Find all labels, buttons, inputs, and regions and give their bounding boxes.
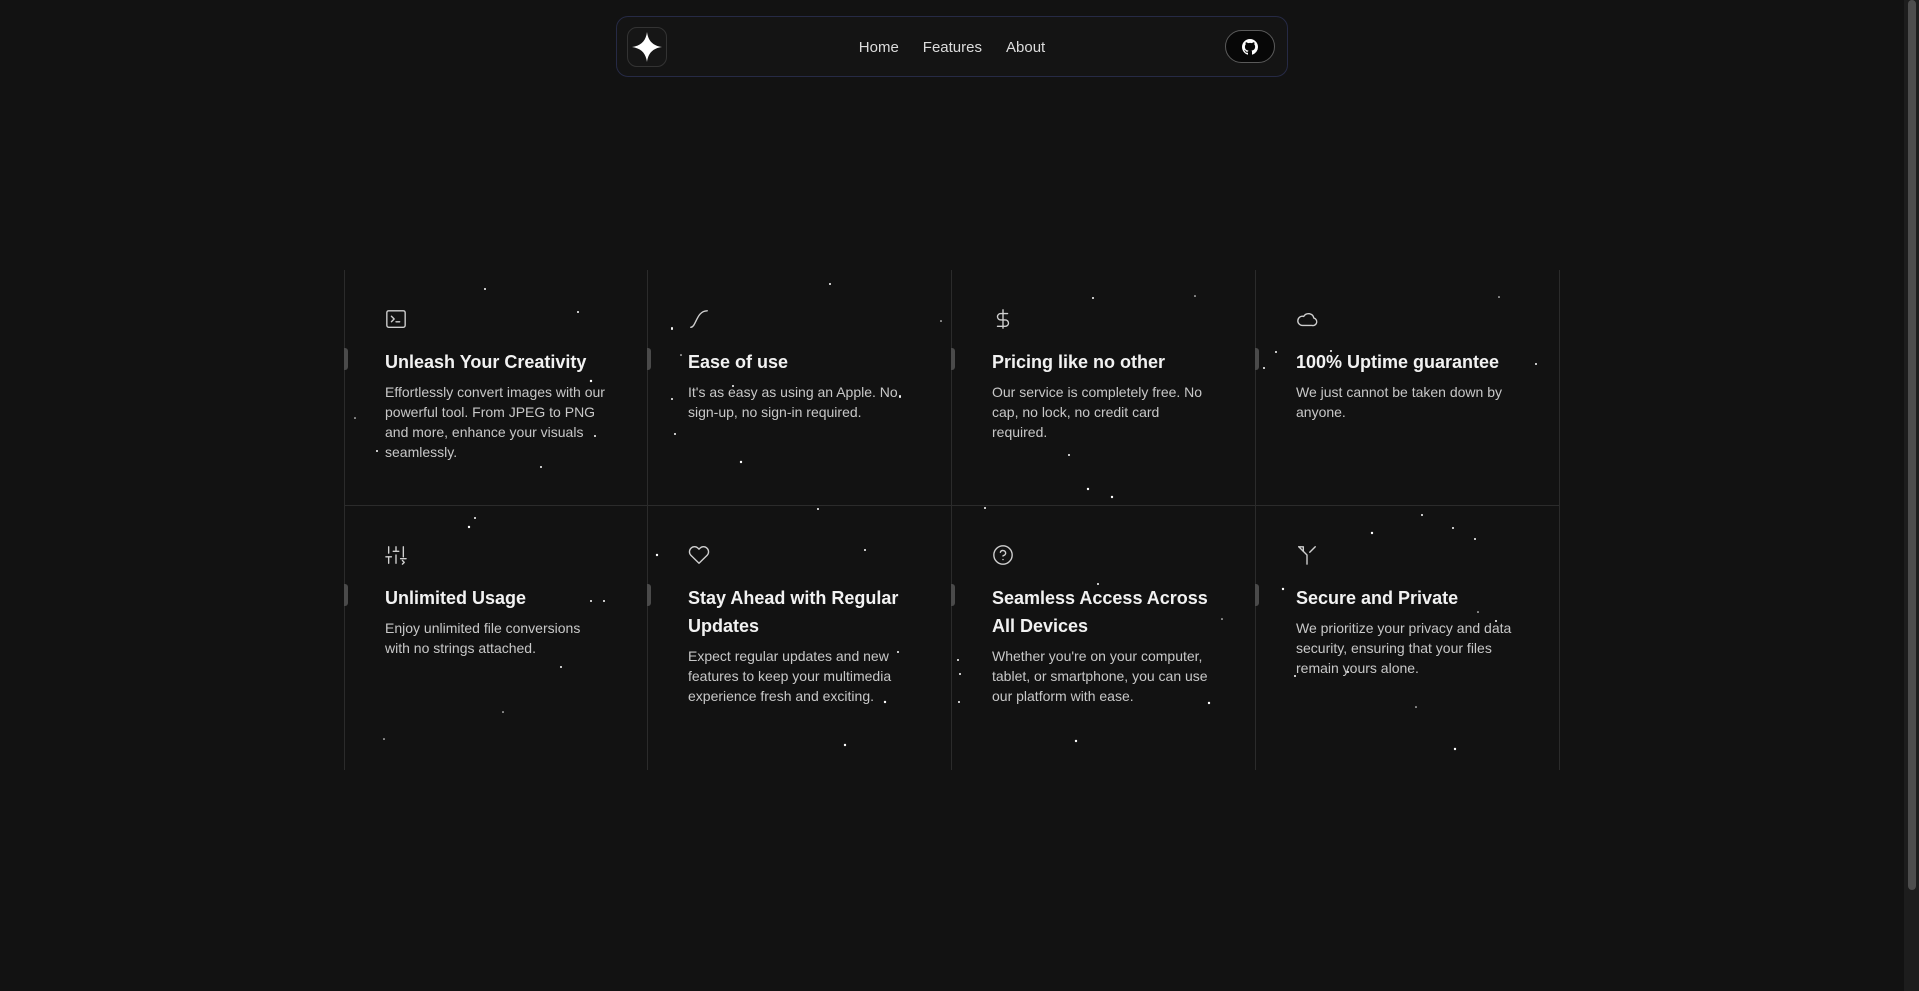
feature-description: Effortlessly convert images with our pow… [385, 384, 605, 460]
card-accent-bar [1255, 584, 1259, 606]
page: Home Features About Unleash Your Creativ… [0, 0, 1919, 991]
feature-title: Stay Ahead with Regular Updates [688, 588, 899, 636]
nav-link-features[interactable]: Features [923, 39, 982, 56]
dollar-icon [996, 309, 1010, 329]
feature-card: Ease of use It's as easy as using an App… [647, 270, 952, 506]
nav-link-home[interactable]: Home [859, 39, 899, 56]
github-icon [1242, 38, 1258, 55]
help-circle-icon [993, 545, 1013, 565]
feature-card: Seamless Access Across All Devices Wheth… [951, 506, 1256, 770]
feature-card: 100% Uptime guarantee We just cannot be … [1255, 270, 1560, 506]
card-accent-bar [647, 584, 651, 606]
feature-description: Expect regular updates and new features … [688, 648, 892, 704]
cloud-icon [1297, 312, 1318, 327]
feature-description: Enjoy unlimited file conversions with no… [385, 620, 581, 656]
feature-title: Ease of use [688, 352, 789, 372]
feature-description: It's as easy as using an Apple. No sign-… [688, 384, 898, 420]
card-accent-bar [1255, 348, 1259, 370]
feature-title: 100% Uptime guarantee [1296, 352, 1500, 372]
feature-card: Stay Ahead with Regular Updates Expect r… [647, 506, 952, 770]
page-scrollbar[interactable] [1904, 0, 1919, 991]
card-accent-bar [344, 584, 348, 606]
feature-card: Unleash Your Creativity Effortlessly con… [344, 270, 648, 506]
feature-description: We prioritize your privacy and data secu… [1296, 620, 1512, 676]
route-icon [1298, 546, 1316, 565]
feature-description: We just cannot be taken down by anyone. [1296, 384, 1502, 420]
feature-description: Whether you're on your computer, tablet,… [992, 648, 1208, 704]
feature-card: Pricing like no other Our service is com… [951, 270, 1256, 506]
nav-links: Home Features About [617, 17, 1287, 78]
card-accent-bar [951, 348, 955, 370]
heart-icon [688, 546, 710, 564]
sparkle-logo-icon [632, 32, 662, 62]
feature-title: Unlimited Usage [385, 588, 527, 608]
feature-description: Our service is completely free. No cap, … [992, 384, 1203, 440]
feature-title: Unleash Your Creativity [385, 352, 587, 372]
card-accent-bar [951, 584, 955, 606]
github-button[interactable] [1225, 30, 1275, 63]
feature-title: Secure and Private [1296, 588, 1459, 608]
feature-title: Pricing like no other [992, 352, 1166, 372]
logo-button[interactable] [627, 27, 667, 67]
card-accent-bar [647, 348, 651, 370]
scrollbar-thumb[interactable] [1908, 0, 1916, 890]
feature-card: Unlimited Usage Enjoy unlimited file con… [344, 506, 648, 770]
feature-title: Seamless Access Across All Devices [992, 588, 1208, 636]
feature-card: Secure and Private We prioritize your pr… [1255, 506, 1560, 770]
navbar: Home Features About [616, 16, 1288, 77]
nav-link-about[interactable]: About [1006, 39, 1045, 56]
features-grid: Unleash Your Creativity Effortlessly con… [344, 270, 1560, 770]
terminal-icon [386, 310, 406, 328]
curve-icon [690, 310, 708, 328]
card-accent-bar [344, 348, 348, 370]
sliders-icon [385, 546, 407, 565]
